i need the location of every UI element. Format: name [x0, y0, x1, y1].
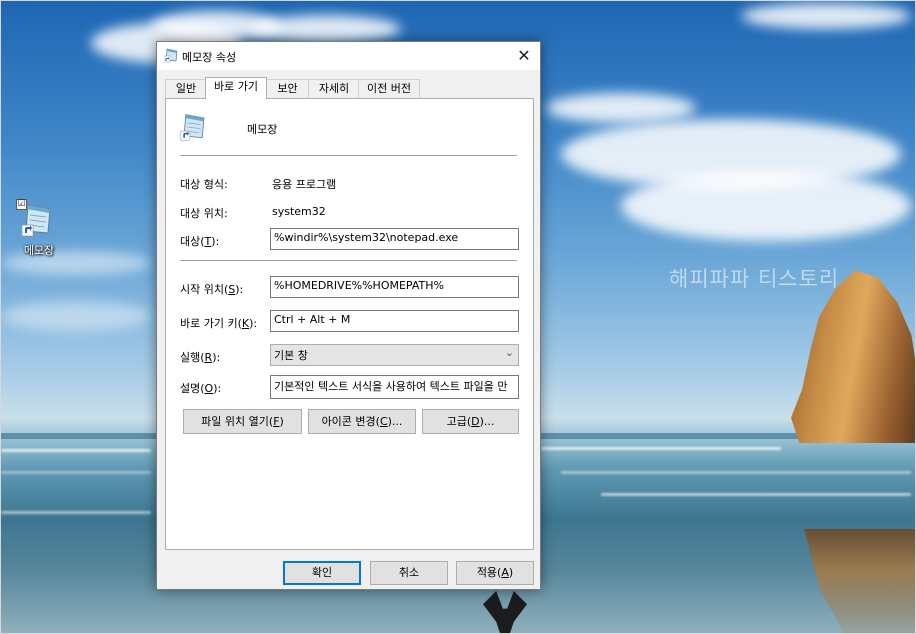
silhouette	[483, 591, 527, 633]
wave	[1, 449, 151, 452]
tab-shortcut[interactable]: 바로 가기	[205, 77, 267, 99]
cloud	[621, 171, 911, 241]
cancel-button[interactable]: 취소	[370, 561, 448, 585]
tab-details[interactable]: 자세히	[308, 79, 360, 98]
wave	[1, 471, 151, 474]
run-label: 실행(R):	[180, 351, 221, 364]
shortcut-panel: 메모장 대상 형식: 응용 프로그램 대상 위치: system32 대상(T)…	[165, 98, 534, 550]
target-location-label: 대상 위치:	[180, 207, 228, 220]
target-label: 대상(T):	[180, 235, 220, 248]
separator	[180, 155, 517, 156]
change-icon-button[interactable]: 아이콘 변경(C)...	[308, 409, 416, 434]
chevron-down-icon: ⌄	[504, 346, 514, 359]
tab-previous-versions[interactable]: 이전 버전	[358, 79, 420, 98]
ok-button[interactable]: 확인	[283, 561, 361, 585]
target-input[interactable]: %windir%\system32\notepad.exe	[270, 228, 519, 250]
tab-general[interactable]: 일반	[165, 79, 207, 98]
notepad-icon	[164, 48, 178, 63]
run-select[interactable]: 기본 창 ⌄	[270, 344, 519, 366]
wave	[1, 511, 151, 514]
run-select-value: 기본 창	[274, 349, 308, 362]
cloud	[741, 3, 911, 29]
app-name: 메모장	[247, 123, 278, 136]
notepad-icon	[22, 204, 51, 237]
rock-reflection	[804, 529, 915, 633]
close-icon: ✕	[517, 46, 531, 65]
desktop-shortcut-notepad[interactable]: ☑ 메모장	[14, 197, 58, 261]
apply-button[interactable]: 적용(A)	[456, 561, 534, 585]
desktop-icon-label: 메모장	[23, 244, 55, 257]
start-in-input[interactable]: %HOMEDRIVE%%HOMEPATH%	[270, 276, 519, 298]
wave	[601, 493, 911, 496]
start-in-label: 시작 위치(S):	[180, 283, 244, 296]
cloud	[546, 93, 696, 123]
close-button[interactable]: ✕	[508, 42, 540, 70]
notepad-icon	[180, 114, 205, 141]
wave	[561, 471, 911, 474]
shortcut-key-label: 바로 가기 키(K):	[180, 317, 258, 330]
screen-frame: 해피파파 티스토리 ☑ 메모장 메모장 속성 ✕ 일반 바로 가기 보안 자세히…	[0, 0, 916, 634]
shortcut-key-input[interactable]: Ctrl + Alt + M	[270, 310, 519, 332]
cloud	[251, 15, 401, 43]
properties-dialog: 메모장 속성 ✕ 일반 바로 가기 보안 자세히 이전 버전 메모장 대상 형식…	[156, 41, 541, 590]
shortcut-arrow-icon	[22, 224, 34, 237]
target-type-label: 대상 형식:	[180, 178, 228, 191]
comment-label: 설명(O):	[180, 382, 222, 395]
advanced-button[interactable]: 고급(D)...	[422, 409, 519, 434]
open-file-location-button[interactable]: 파일 위치 열기(F)	[183, 409, 302, 434]
wave	[541, 447, 781, 450]
target-location-value: system32	[272, 205, 326, 218]
watermark-text: 해피파파 티스토리	[669, 267, 840, 291]
title-bar[interactable]: 메모장 속성 ✕	[157, 42, 540, 70]
separator	[180, 260, 517, 261]
dialog-title: 메모장 속성	[182, 51, 237, 64]
target-type-value: 응용 프로그램	[272, 178, 337, 191]
tab-security[interactable]: 보안	[265, 79, 310, 98]
cloud	[1, 301, 151, 331]
comment-input[interactable]: 기본적인 텍스트 서식을 사용하여 텍스트 파일을 만	[270, 375, 519, 399]
